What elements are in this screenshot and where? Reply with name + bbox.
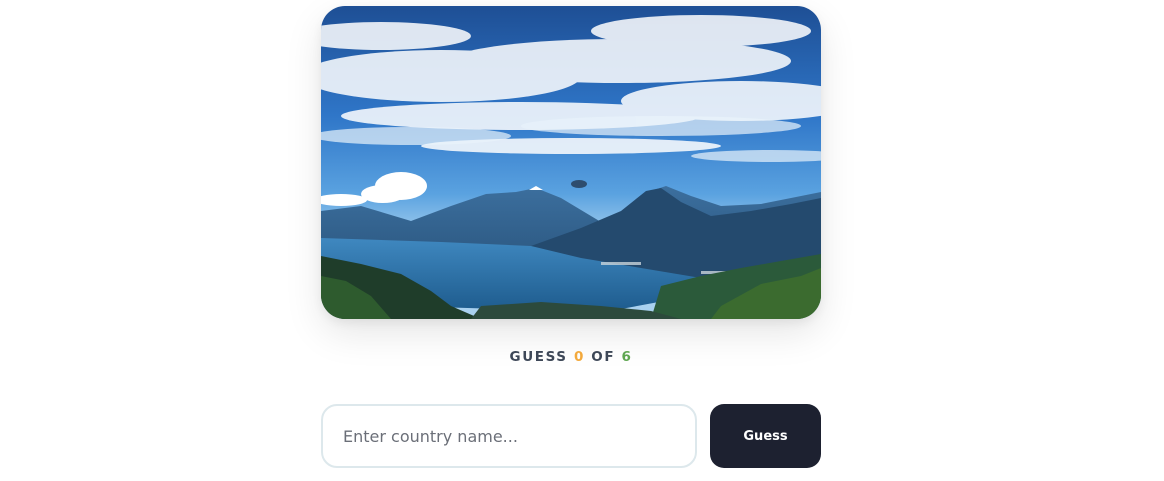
- counter-max: 6: [621, 349, 633, 365]
- counter-current: 0: [573, 349, 585, 365]
- guess-counter: GUESS 0 OF 6: [321, 349, 821, 365]
- counter-separator: OF: [591, 349, 616, 365]
- country-input[interactable]: [321, 404, 697, 468]
- guess-button[interactable]: Guess: [710, 404, 821, 468]
- counter-prefix: GUESS: [509, 349, 568, 365]
- guess-form: Guess: [321, 404, 821, 468]
- clue-photo: [321, 6, 821, 319]
- game-page: GUESS 0 OF 6 Guess: [0, 0, 1164, 481]
- landscape-image: [321, 6, 821, 319]
